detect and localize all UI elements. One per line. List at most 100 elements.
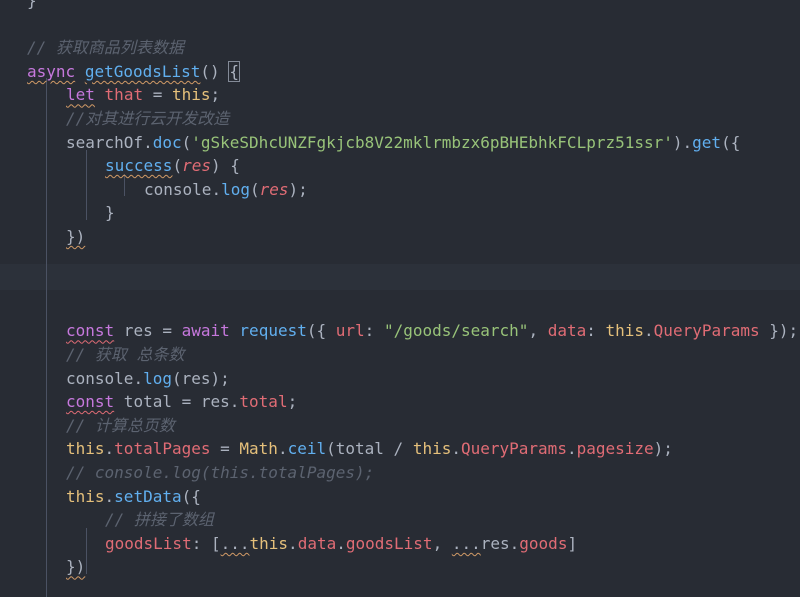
code-token: doc — [152, 132, 182, 152]
code-line[interactable]: } — [27, 0, 37, 13]
code-token: }) — [66, 557, 86, 577]
code-token: . — [143, 132, 153, 152]
code-token: ( — [249, 179, 260, 199]
indent-guide — [86, 528, 87, 574]
code-token: . — [104, 439, 115, 459]
code-token: ( — [172, 156, 183, 176]
code-token: QueryParams — [653, 321, 760, 341]
code-token: , — [432, 533, 452, 553]
code-editor[interactable]: }// 获取商品列表数据 async getGoodsList() {let th… — [0, 0, 800, 597]
code-token: () — [200, 61, 230, 81]
code-token: get — [692, 132, 722, 152]
code-token: ). — [672, 132, 693, 152]
code-token: //对其进行云开发改造 — [66, 109, 230, 128]
code-token: let — [66, 85, 95, 105]
code-token: this — [66, 439, 105, 459]
code-token: (res); — [171, 368, 230, 388]
current-line-highlight — [0, 264, 800, 290]
code-token: . — [451, 439, 461, 459]
code-token: // 计算总页数 — [66, 415, 175, 435]
code-token: res — [259, 179, 289, 199]
code-token: ... — [451, 533, 481, 553]
indent-guide — [46, 78, 47, 597]
code-line[interactable]: console.log(res); — [144, 178, 308, 202]
code-token: ceil — [287, 439, 327, 459]
code-token: goodsList — [345, 533, 433, 553]
code-token: // console.log(this.totalPages); — [66, 463, 375, 482]
code-token: = — [143, 85, 172, 105]
code-line[interactable]: // 获取 总条数 — [66, 343, 185, 367]
code-line[interactable]: // 获取商品列表数据 — [27, 36, 184, 60]
code-token: "/goods/search" — [383, 321, 529, 341]
code-token: // 获取商品列表数据 — [27, 38, 184, 58]
code-token: // 获取 总条数 — [66, 345, 185, 364]
code-line[interactable]: const total = res.total; — [66, 390, 297, 414]
code-token: } — [105, 203, 115, 223]
code-line[interactable]: const res = await request({ url: "/goods… — [66, 319, 798, 343]
code-token: . — [133, 368, 144, 388]
code-token: 'gSkeSDhcUNZFgkjcb8V22mklrmbzx6pBHEbhkFC… — [191, 132, 673, 152]
code-token: async — [27, 61, 76, 81]
code-token: ({ — [181, 486, 201, 506]
code-token: ({ — [721, 132, 741, 152]
code-token: success — [105, 156, 173, 176]
code-token: : — [586, 321, 606, 341]
code-token: }); — [759, 321, 799, 341]
code-token: setData — [114, 486, 182, 506]
code-token: data — [547, 321, 587, 341]
code-token: ); — [653, 439, 673, 459]
code-line[interactable]: let that = this; — [66, 83, 220, 107]
code-line[interactable]: searchOf.doc('gSkeSDhcUNZFgkjcb8V22mklrm… — [66, 131, 740, 155]
code-line[interactable]: // console.log(this.totalPages); — [66, 461, 374, 485]
code-token: . — [211, 179, 222, 199]
code-token: request — [239, 321, 307, 341]
code-token: searchOf — [66, 132, 144, 152]
code-line[interactable]: //对其进行云开发改造 — [66, 107, 229, 131]
code-token: getGoodsList — [84, 61, 201, 81]
code-token: ; — [210, 85, 221, 105]
code-token: }) — [66, 227, 86, 246]
code-token: pagesize — [576, 439, 654, 459]
code-token: . — [509, 533, 520, 553]
code-token: . — [277, 439, 288, 459]
code-token: goodsList — [105, 533, 192, 553]
code-line[interactable]: async getGoodsList() { — [27, 60, 240, 84]
code-token: res — [182, 156, 211, 176]
code-token: total — [239, 392, 288, 412]
code-line[interactable]: // 拼接了数组 — [105, 508, 214, 532]
code-line[interactable]: }) — [66, 555, 85, 579]
code-line[interactable]: success(res) { — [105, 154, 240, 178]
code-token: // 拼接了数组 — [105, 510, 214, 530]
code-token: console — [66, 368, 134, 388]
code-token: = — [210, 439, 240, 459]
code-token: . — [566, 439, 577, 459]
code-token: res — [480, 533, 510, 553]
code-line[interactable]: console.log(res); — [66, 367, 230, 391]
code-token: . — [336, 533, 346, 553]
code-line[interactable]: this.setData({ — [66, 485, 201, 509]
code-token: { — [228, 60, 240, 82]
code-token: . — [644, 321, 654, 341]
code-token: ) { — [210, 156, 240, 176]
code-line[interactable]: goodsList: [...this.data.goodsList, ...r… — [105, 532, 577, 556]
code-token: . — [288, 533, 298, 553]
code-token: : [ — [191, 533, 221, 553]
code-token: ... — [220, 533, 250, 553]
code-line[interactable]: this.totalPages = Math.ceil(total / this… — [66, 437, 673, 461]
code-token: const — [66, 321, 115, 341]
code-token: this — [412, 439, 452, 459]
code-line[interactable]: // 计算总页数 — [66, 414, 175, 438]
code-token: } — [27, 0, 37, 10]
code-token: totalPages — [114, 439, 211, 459]
code-token: , — [528, 321, 548, 341]
code-token: this — [249, 533, 289, 553]
code-token: data — [297, 533, 337, 553]
code-line[interactable]: } — [105, 201, 115, 225]
code-token: console — [144, 179, 212, 199]
code-token: url — [335, 321, 365, 341]
code-line[interactable]: }) — [66, 225, 85, 249]
code-token: total = res. — [114, 392, 240, 412]
